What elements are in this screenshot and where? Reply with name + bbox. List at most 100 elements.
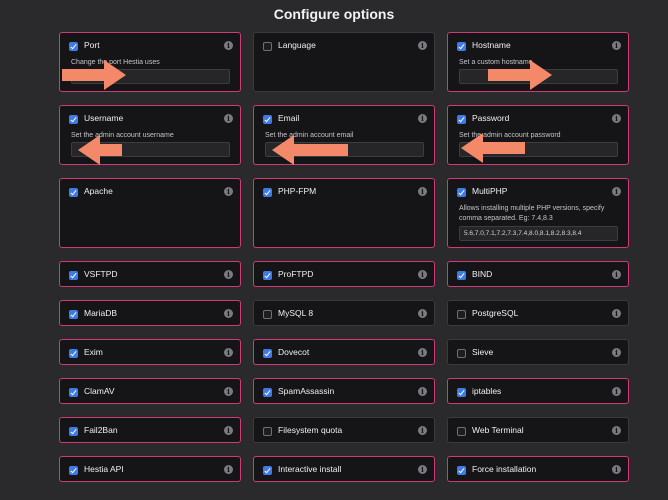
option-card-force: Force installation i [447,456,629,482]
info-icon[interactable]: i [224,348,233,357]
option-label-hostname[interactable]: Hostname [472,40,511,50]
info-icon[interactable]: i [612,270,621,279]
info-icon[interactable]: i [224,114,233,123]
checkbox-postgresql[interactable] [457,310,466,319]
option-label-hestiaapi[interactable]: Hestia API [84,464,124,474]
checkbox-hestiaapi[interactable] [69,466,78,475]
option-card-fail2ban: Fail2Ban i [59,417,241,443]
info-icon[interactable]: i [418,187,427,196]
option-label-fsquota[interactable]: Filesystem quota [278,425,342,435]
option-input-multiphp[interactable]: 5.6,7.0,7.1,7.2,7.3,7.4,8.0,8.1,8.2,8.3,… [459,226,618,241]
info-icon[interactable]: i [612,348,621,357]
checkbox-vsftpd[interactable] [69,271,78,280]
option-description-multiphp: Allows installing multiple PHP versions,… [459,205,605,222]
option-label-apache[interactable]: Apache [84,186,113,196]
checkbox-mariadb[interactable] [69,310,78,319]
option-label-mariadb[interactable]: MariaDB [84,308,117,318]
checkbox-bind[interactable] [457,271,466,280]
option-label-password[interactable]: Password [472,113,509,123]
checkbox-phpfpm[interactable] [263,188,272,197]
arrow-annotation-port-head [104,60,126,90]
checkbox-apache[interactable] [69,188,78,197]
arrow-annotation-email-shaft [294,144,348,156]
option-label-port[interactable]: Port [84,40,100,50]
info-icon[interactable]: i [224,41,233,50]
info-icon[interactable]: i [418,41,427,50]
info-icon[interactable]: i [612,187,621,196]
info-icon[interactable]: i [612,387,621,396]
option-label-bind[interactable]: BIND [472,269,492,279]
checkbox-interactive[interactable] [263,466,272,475]
option-label-language[interactable]: Language [278,40,316,50]
info-icon[interactable]: i [418,426,427,435]
checkbox-iptables[interactable] [457,388,466,397]
info-icon[interactable]: i [224,465,233,474]
checkbox-dovecot[interactable] [263,349,272,358]
option-label-spamassassin[interactable]: SpamAssassin [278,386,334,396]
option-label-postgresql[interactable]: PostgreSQL [472,308,518,318]
info-icon[interactable]: i [224,309,233,318]
checkbox-spamassassin[interactable] [263,388,272,397]
arrow-annotation-email-head [272,135,294,165]
option-card-apache: Apache i [59,178,241,248]
checkbox-port[interactable] [69,42,78,51]
option-card-port: Port i Change the port Hestia uses [59,32,241,92]
info-icon[interactable]: i [224,270,233,279]
option-label-phpfpm[interactable]: PHP-FPM [278,186,316,196]
info-icon[interactable]: i [612,114,621,123]
info-icon[interactable]: i [224,387,233,396]
option-label-iptables[interactable]: iptables [472,386,501,396]
checkbox-webterminal[interactable] [457,427,466,436]
checkbox-sieve[interactable] [457,349,466,358]
option-card-webterminal: Web Terminal i [447,417,629,443]
option-label-dovecot[interactable]: Dovecot [278,347,309,357]
checkbox-proftpd[interactable] [263,271,272,280]
option-card-sieve: Sieve i [447,339,629,365]
option-label-sieve[interactable]: Sieve [472,347,493,357]
option-label-username[interactable]: Username [84,113,123,123]
option-label-clamav[interactable]: ClamAV [84,386,115,396]
option-label-vsftpd[interactable]: VSFTPD [84,269,118,279]
info-icon[interactable]: i [418,348,427,357]
option-label-proftpd[interactable]: ProFTPD [278,269,313,279]
checkbox-username[interactable] [69,115,78,124]
checkbox-clamav[interactable] [69,388,78,397]
checkbox-fsquota[interactable] [263,427,272,436]
info-icon[interactable]: i [612,465,621,474]
arrow-annotation-hostname-head [530,60,552,90]
option-card-clamav: ClamAV i [59,378,241,404]
option-label-mysql8[interactable]: MySQL 8 [278,308,313,318]
info-icon[interactable]: i [418,465,427,474]
option-label-multiphp[interactable]: MultiPHP [472,186,507,196]
info-icon[interactable]: i [418,387,427,396]
checkbox-hostname[interactable] [457,42,466,51]
checkbox-email[interactable] [263,115,272,124]
option-card-mariadb: MariaDB i [59,300,241,326]
option-label-exim[interactable]: Exim [84,347,103,357]
info-icon[interactable]: i [224,187,233,196]
option-label-fail2ban[interactable]: Fail2Ban [84,425,118,435]
checkbox-multiphp[interactable] [457,188,466,197]
info-icon[interactable]: i [418,114,427,123]
arrow-annotation-username-head [78,135,100,165]
arrow-annotation-port-shaft [62,69,104,81]
option-label-interactive[interactable]: Interactive install [278,464,341,474]
info-icon[interactable]: i [612,41,621,50]
checkbox-mysql8[interactable] [263,310,272,319]
option-label-email[interactable]: Email [278,113,299,123]
option-card-bind: BIND i [447,261,629,287]
info-icon[interactable]: i [418,270,427,279]
checkbox-password[interactable] [457,115,466,124]
checkbox-language[interactable] [263,42,272,51]
info-icon[interactable]: i [418,309,427,318]
info-icon[interactable]: i [224,426,233,435]
option-label-force[interactable]: Force installation [472,464,536,474]
option-label-webterminal[interactable]: Web Terminal [472,425,524,435]
checkbox-exim[interactable] [69,349,78,358]
info-icon[interactable]: i [612,309,621,318]
option-card-proftpd: ProFTPD i [253,261,435,287]
option-card-iptables: iptables i [447,378,629,404]
checkbox-fail2ban[interactable] [69,427,78,436]
info-icon[interactable]: i [612,426,621,435]
checkbox-force[interactable] [457,466,466,475]
